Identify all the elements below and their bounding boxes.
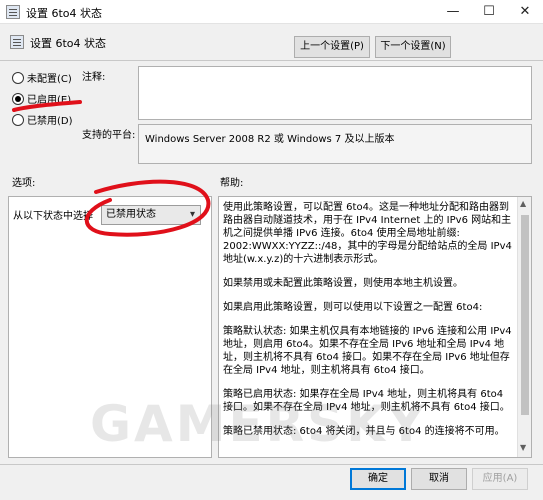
platform-value: Windows Server 2008 R2 或 Windows 7 及以上版本 <box>138 124 532 164</box>
state-select-label: 从以下状态中选择 <box>13 211 93 222</box>
radio-disabled[interactable]: 已禁用(D) <box>12 112 73 127</box>
ok-button[interactable]: 确定 <box>350 468 406 490</box>
header-divider <box>0 60 543 61</box>
help-label: 帮助: <box>220 178 244 189</box>
state-select-value: 已禁用状态 <box>106 209 156 220</box>
platform-label: 支持的平台: <box>82 130 136 141</box>
minimize-button[interactable]: — <box>435 0 471 24</box>
policy-icon <box>10 35 24 49</box>
options-label: 选项: <box>12 178 36 189</box>
radio-label: 未配置(C) <box>27 74 72 85</box>
scroll-down-icon[interactable]: ▼ <box>520 443 526 452</box>
scrollbar-thumb[interactable] <box>521 215 529 415</box>
radio-enabled[interactable]: 已启用(E) <box>12 91 71 106</box>
next-setting-button[interactable]: 下一个设置(N) <box>375 36 451 58</box>
footer-divider <box>0 464 543 465</box>
previous-setting-button[interactable]: 上一个设置(P) <box>294 36 370 58</box>
radio-button[interactable] <box>12 92 24 105</box>
help-paragraph: 如果禁用或未配置此策略设置，则使用本地主机设置。 <box>223 278 463 289</box>
radio-label: 已启用(E) <box>27 95 72 106</box>
help-paragraph: 策略默认状态: 如果主机仅具有本地链接的 IPv6 连接和公用 IPv4 地址，… <box>223 326 512 376</box>
policy-icon <box>6 5 20 19</box>
watermark: GAMERSKY <box>90 395 428 453</box>
scroll-up-icon[interactable]: ▲ <box>520 199 526 208</box>
radio-label: 已禁用(D) <box>27 116 73 127</box>
maximize-button[interactable]: ☐ <box>471 0 507 24</box>
radio-button[interactable] <box>12 71 24 84</box>
help-paragraph: 使用此策略设置，可以配置 6to4。这是一种地址分配和路由器到路由器自动隧道技术… <box>223 202 512 265</box>
apply-button[interactable]: 应用(A) <box>472 468 528 490</box>
close-button[interactable]: ✕ <box>507 0 543 24</box>
help-paragraph: 如果启用此策略设置，则可以使用以下设置之一配置 6to4: <box>223 302 483 313</box>
policy-name: 设置 6to4 状态 <box>30 37 107 50</box>
window-title: 设置 6to4 状态 <box>26 7 103 20</box>
help-scrollbar[interactable]: ▲ ▼ <box>517 197 531 457</box>
radio-not-configured[interactable]: 未配置(C) <box>12 70 72 85</box>
title-bar: 设置 6to4 状态 — ☐ ✕ <box>0 0 543 24</box>
radio-button[interactable] <box>12 113 24 126</box>
comment-label: 注释: <box>82 72 106 83</box>
comment-textarea[interactable] <box>138 66 532 120</box>
state-select[interactable]: 已禁用状态 <box>101 205 201 225</box>
cancel-button[interactable]: 取消 <box>411 468 467 490</box>
